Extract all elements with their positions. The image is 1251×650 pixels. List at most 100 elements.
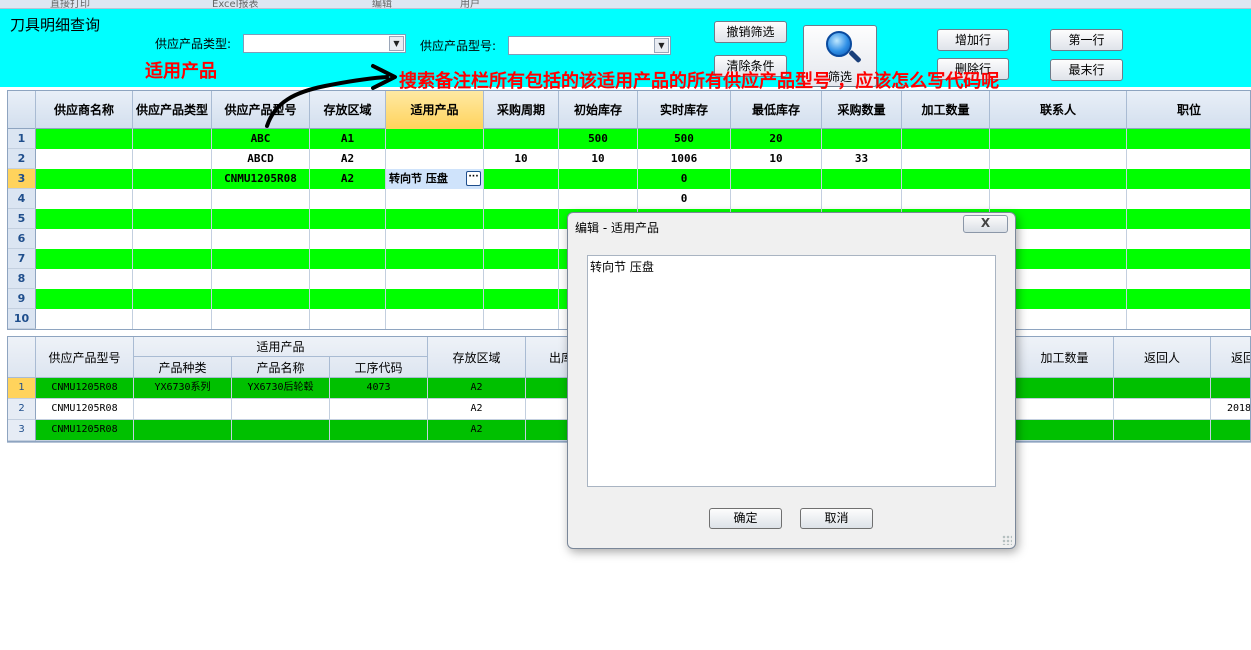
cell-min-stock[interactable]: 10 bbox=[731, 149, 822, 169]
cell-processing-qty[interactable] bbox=[1016, 399, 1114, 420]
cell-supplier[interactable] bbox=[36, 269, 133, 289]
cell-initial-stock[interactable] bbox=[559, 189, 638, 209]
cell-applicable-product[interactable] bbox=[386, 309, 484, 329]
cell-supplier[interactable] bbox=[36, 189, 133, 209]
cell-purchase-cycle[interactable] bbox=[484, 249, 559, 269]
cell-product-type[interactable] bbox=[133, 189, 212, 209]
cell-storage[interactable] bbox=[310, 229, 386, 249]
cell-applicable-product[interactable] bbox=[386, 149, 484, 169]
cell-position[interactable] bbox=[1127, 309, 1250, 329]
cell-position[interactable] bbox=[1127, 209, 1250, 229]
cell-product-model[interactable]: CNMU1205R08 bbox=[212, 169, 310, 189]
cell-contact[interactable] bbox=[990, 189, 1127, 209]
cell-min-stock[interactable] bbox=[731, 189, 822, 209]
detail-col-processing-qty[interactable]: 加工数量 bbox=[1016, 337, 1114, 378]
chevron-down-icon[interactable]: ▼ bbox=[389, 36, 404, 51]
toolbar-item-user[interactable]: 用户 bbox=[460, 0, 480, 8]
row-number[interactable]: 8 bbox=[8, 269, 36, 289]
resize-grip-icon[interactable] bbox=[1002, 535, 1012, 545]
cell-applicable-product[interactable] bbox=[386, 209, 484, 229]
detail-col-product-name[interactable]: 产品名称 bbox=[232, 357, 330, 378]
cell-position[interactable] bbox=[1127, 129, 1250, 149]
cell-purchase-cycle[interactable] bbox=[484, 169, 559, 189]
cell-initial-stock[interactable]: 10 bbox=[559, 149, 638, 169]
cell-min-stock[interactable]: 20 bbox=[731, 129, 822, 149]
row-number[interactable]: 1 bbox=[8, 378, 36, 399]
cell-product-name[interactable]: YX6730后轮毂 bbox=[232, 378, 330, 399]
cell-position[interactable] bbox=[1127, 269, 1250, 289]
cell-product-model[interactable] bbox=[212, 229, 310, 249]
cell-category[interactable]: YX6730系列 bbox=[134, 378, 232, 399]
cell-contact[interactable] bbox=[990, 129, 1127, 149]
cell-storage[interactable] bbox=[310, 269, 386, 289]
cell-product-model[interactable] bbox=[212, 209, 310, 229]
cell-storage[interactable] bbox=[310, 309, 386, 329]
detail-col-returner[interactable]: 返回人 bbox=[1114, 337, 1211, 378]
col-header-processing-qty[interactable]: 加工数量 bbox=[902, 91, 990, 129]
cell-product-type[interactable] bbox=[133, 269, 212, 289]
cell-supplier[interactable] bbox=[36, 209, 133, 229]
cell-supplier[interactable] bbox=[36, 289, 133, 309]
cell-purchase-cycle[interactable] bbox=[484, 269, 559, 289]
cell-supplier[interactable] bbox=[36, 249, 133, 269]
col-header-position[interactable]: 职位 bbox=[1127, 91, 1250, 129]
cell-product-type[interactable] bbox=[133, 169, 212, 189]
cell-product-type[interactable] bbox=[133, 309, 212, 329]
cell-storage[interactable]: A2 bbox=[428, 420, 526, 441]
cell-process-code[interactable] bbox=[330, 399, 428, 420]
cell-returner[interactable] bbox=[1114, 399, 1211, 420]
cell-processing-qty[interactable] bbox=[902, 189, 990, 209]
cell-product-type[interactable] bbox=[133, 289, 212, 309]
cell-processing-qty[interactable] bbox=[902, 149, 990, 169]
ellipsis-icon[interactable]: ··· bbox=[466, 171, 481, 186]
cell-product-model[interactable] bbox=[212, 249, 310, 269]
row-number[interactable]: 2 bbox=[8, 399, 36, 420]
detail-col-return-date[interactable]: 返回 bbox=[1211, 337, 1250, 378]
cell-product-model[interactable] bbox=[212, 309, 310, 329]
cancel-button[interactable]: 取消 bbox=[800, 508, 873, 529]
cell-position[interactable] bbox=[1127, 249, 1250, 269]
cell-contact[interactable] bbox=[990, 149, 1127, 169]
cell-processing-qty[interactable] bbox=[902, 169, 990, 189]
row-number[interactable]: 9 bbox=[8, 289, 36, 309]
cell-processing-qty[interactable] bbox=[1016, 378, 1114, 399]
cell-storage[interactable]: A2 bbox=[428, 399, 526, 420]
cell-product-name[interactable] bbox=[232, 420, 330, 441]
product-model-combo[interactable]: ▼ bbox=[508, 36, 671, 55]
cell-product-type[interactable] bbox=[133, 149, 212, 169]
table-row[interactable]: 40 bbox=[8, 189, 1250, 209]
cell-purchase-qty[interactable] bbox=[822, 169, 902, 189]
cell-product-model[interactable]: ABCD bbox=[212, 149, 310, 169]
cell-realtime-stock[interactable]: 0 bbox=[638, 189, 731, 209]
col-header-contact[interactable]: 联系人 bbox=[990, 91, 1127, 129]
cell-product-name[interactable] bbox=[232, 399, 330, 420]
cell-purchase-qty[interactable]: 33 bbox=[822, 149, 902, 169]
row-number[interactable]: 5 bbox=[8, 209, 36, 229]
cell-realtime-stock[interactable]: 1006 bbox=[638, 149, 731, 169]
col-header-supplier[interactable]: 供应商名称 bbox=[36, 91, 133, 129]
add-row-button[interactable]: 增加行 bbox=[937, 29, 1009, 51]
cell-product-type[interactable] bbox=[133, 249, 212, 269]
toolbar-item-print[interactable]: 直接打印 bbox=[50, 0, 90, 8]
detail-col-category[interactable]: 产品种类 bbox=[134, 357, 232, 378]
cell-returner[interactable] bbox=[1114, 378, 1211, 399]
cell-applicable-product[interactable] bbox=[386, 289, 484, 309]
cell-applicable-product[interactable] bbox=[386, 229, 484, 249]
cell-supplier[interactable] bbox=[36, 169, 133, 189]
product-type-combo[interactable]: ▼ bbox=[243, 34, 406, 53]
cell-supplier[interactable] bbox=[36, 129, 133, 149]
cell-supplier[interactable] bbox=[36, 149, 133, 169]
cell-purchase-cycle[interactable] bbox=[484, 189, 559, 209]
last-row-button[interactable]: 最末行 bbox=[1050, 59, 1123, 81]
cell-initial-stock[interactable]: 500 bbox=[559, 129, 638, 149]
close-icon[interactable]: X bbox=[963, 215, 1008, 233]
cell-purchase-cycle[interactable]: 10 bbox=[484, 149, 559, 169]
toolbar-item-edit[interactable]: 编辑 bbox=[372, 0, 392, 8]
cell-process-code[interactable]: 4073 bbox=[330, 378, 428, 399]
row-number[interactable]: 1 bbox=[8, 129, 36, 149]
row-number[interactable]: 4 bbox=[8, 189, 36, 209]
cell-purchase-cycle[interactable] bbox=[484, 229, 559, 249]
cell-storage[interactable]: A2 bbox=[428, 378, 526, 399]
table-row[interactable]: 1 ABC A1 500 500 20 bbox=[8, 129, 1250, 149]
cell-contact[interactable] bbox=[990, 169, 1127, 189]
